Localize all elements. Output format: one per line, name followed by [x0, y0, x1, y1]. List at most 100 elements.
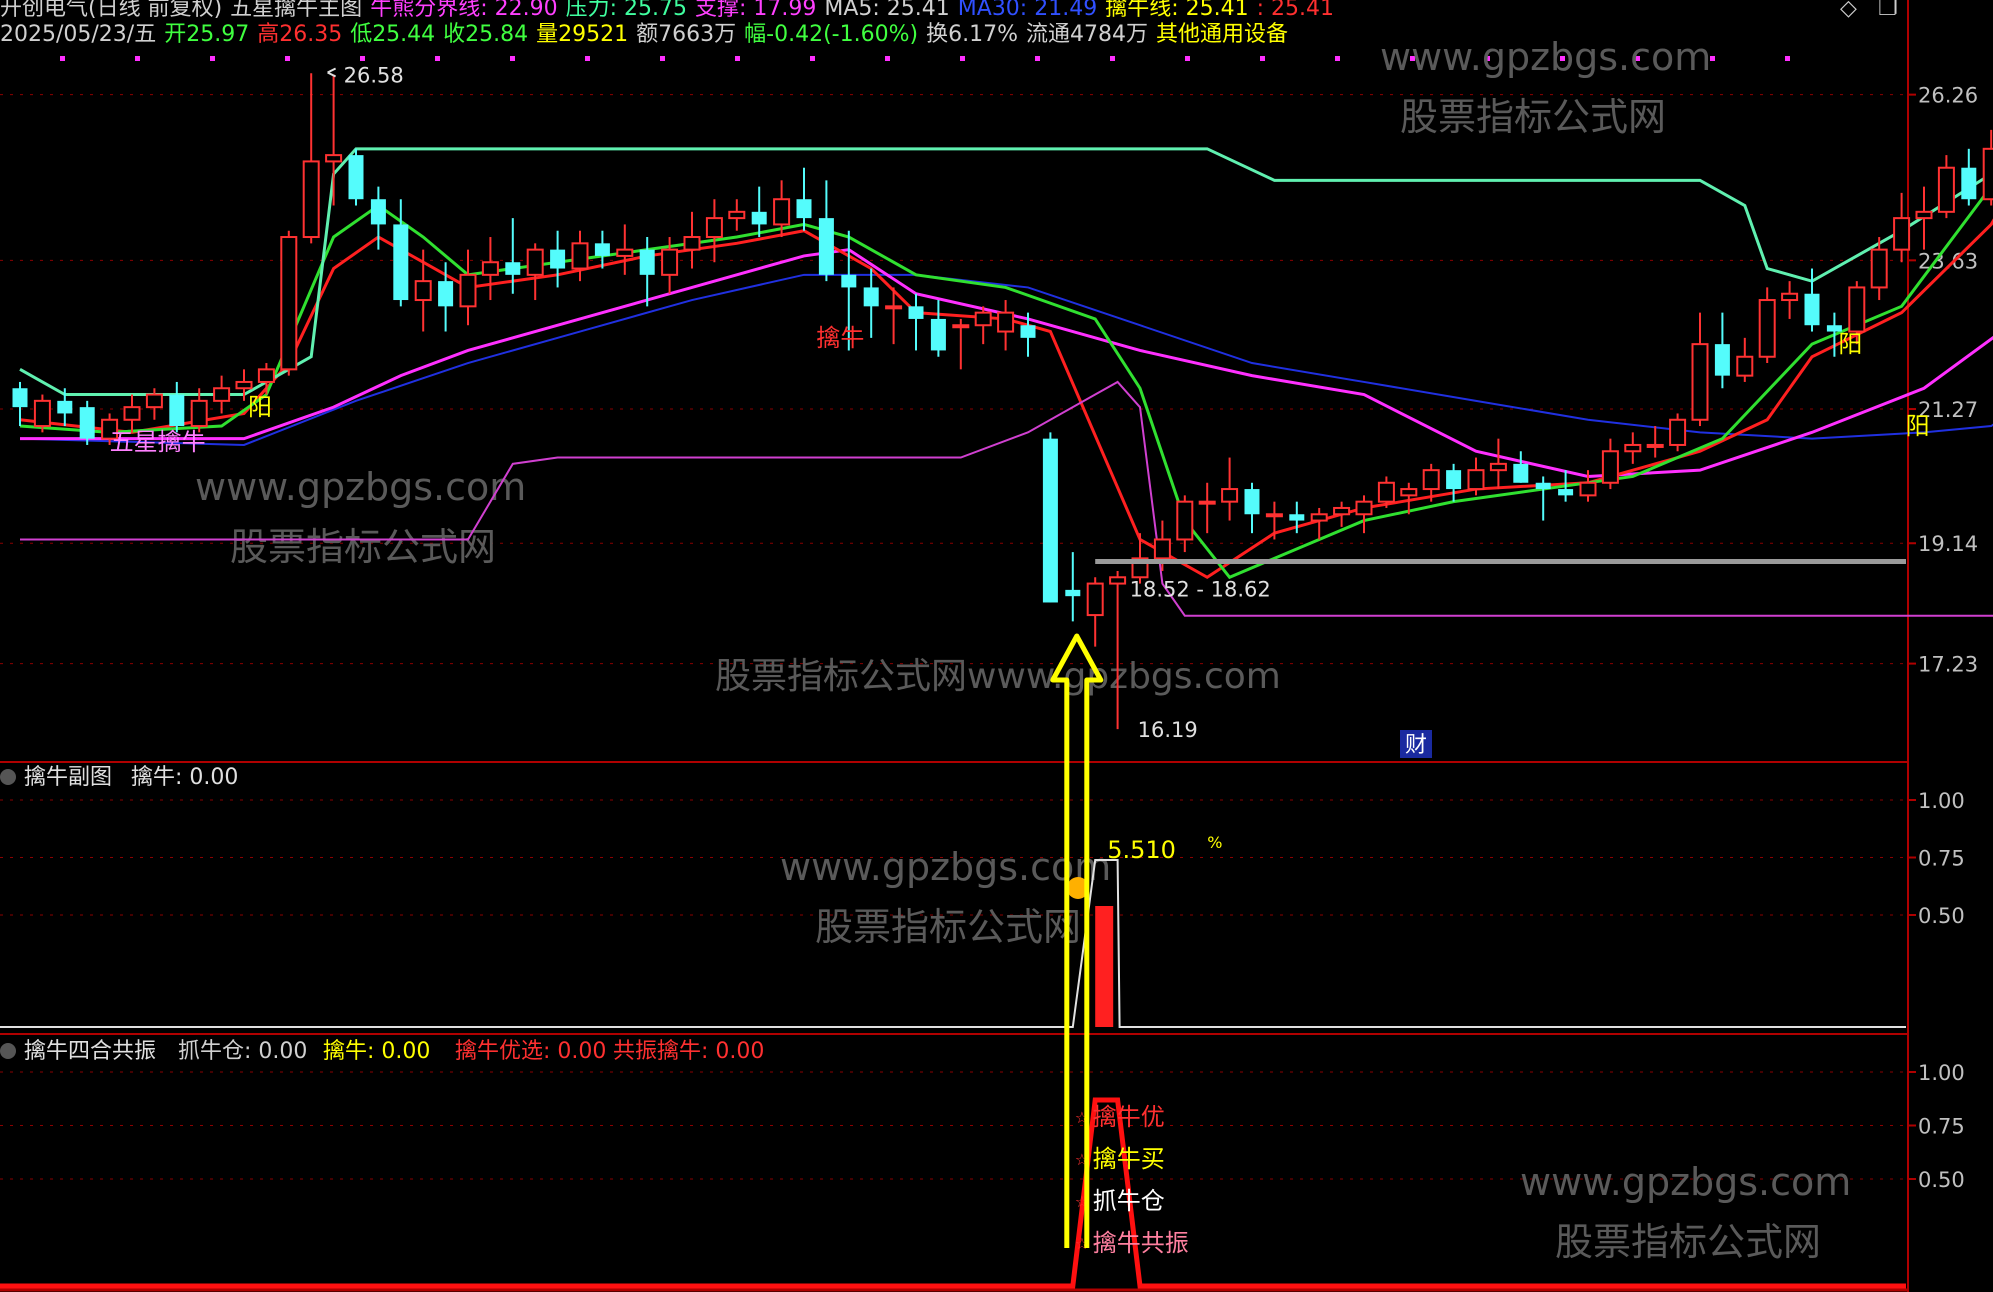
candle-body	[751, 211, 767, 225]
candle-body	[974, 311, 992, 327]
candle-body	[1310, 513, 1328, 522]
y-tick-label: 17.23	[1918, 653, 1978, 677]
y-tick-label: 0.75	[1918, 1115, 1965, 1139]
sub1-bar	[1095, 906, 1114, 1027]
candle-body	[1086, 582, 1104, 617]
candle-body	[1937, 166, 1955, 213]
candle-body	[1961, 167, 1977, 200]
candle-body	[997, 311, 1015, 333]
candle-body	[683, 236, 701, 251]
candle-body	[348, 155, 364, 200]
candle-body	[1781, 292, 1799, 302]
candle-body	[1982, 147, 1993, 201]
candle-body	[1870, 248, 1888, 289]
candle-body	[79, 407, 95, 439]
candle-body	[302, 160, 320, 239]
candle-body	[639, 249, 655, 275]
marker-dot	[510, 56, 515, 61]
sub2-signal-label: 抓牛仓	[1093, 1187, 1165, 1215]
watermark-text: www.gpzbgs.com	[1380, 35, 1711, 79]
candle-body	[571, 242, 589, 270]
range-label: 18.52 - 18.62	[1130, 578, 1271, 602]
candle-body	[235, 380, 253, 390]
candle-body	[1489, 462, 1507, 472]
candle-body	[1244, 489, 1260, 515]
candle-body	[1153, 538, 1171, 560]
candle-body	[1893, 217, 1911, 251]
candle-body	[1714, 344, 1730, 376]
y-tick-label: 0.75	[1918, 847, 1965, 871]
cai-label: 财	[1405, 733, 1427, 758]
candle-body	[1513, 463, 1529, 483]
candle-body	[1333, 506, 1351, 516]
candle-body	[526, 248, 544, 276]
candle-body	[1624, 443, 1642, 453]
candle-body	[863, 287, 879, 307]
candle-body	[930, 318, 946, 351]
sub1-pct-sign: %	[1207, 833, 1222, 852]
candle-body	[885, 305, 903, 310]
watermark-text: 股票指标公式网	[815, 905, 1081, 949]
marker-dot	[285, 56, 290, 61]
candle-body	[908, 306, 924, 319]
candle-body	[257, 368, 275, 383]
collapse-icon	[0, 1043, 16, 1059]
candle-body	[841, 274, 857, 288]
candle-body	[169, 394, 185, 427]
marker-dot	[1260, 56, 1265, 61]
candle-body	[145, 393, 163, 409]
candle-body	[1467, 469, 1485, 491]
y-tick-label: 0.50	[1918, 904, 1965, 928]
candle-body	[1355, 500, 1373, 516]
candle-body	[1198, 500, 1216, 505]
candle-body	[773, 198, 791, 226]
candle-body	[1669, 418, 1687, 446]
candle-body	[1736, 355, 1754, 377]
candle-body	[661, 248, 679, 276]
candle-body	[1691, 343, 1709, 421]
candle-body	[728, 210, 746, 220]
watermark-text: 股票指标公式网www.gpzbgs.com	[715, 656, 1281, 697]
marker-dot	[435, 56, 440, 61]
candle-body	[616, 248, 634, 257]
candle-body	[325, 154, 343, 163]
yang-label: 阳	[248, 393, 272, 421]
marker-dot	[960, 56, 965, 61]
high-arrow-icon	[327, 67, 337, 78]
candle-body	[12, 388, 28, 408]
candle-body	[190, 399, 208, 428]
candle-body	[818, 218, 834, 275]
y-tick-label: 23.63	[1918, 249, 1978, 273]
candle-body	[1400, 488, 1418, 497]
candle-body	[1265, 513, 1283, 518]
low-price-label: 16.19	[1138, 718, 1198, 742]
candle-body	[1804, 293, 1820, 326]
candle-body	[1109, 576, 1127, 585]
candle-body	[1646, 443, 1664, 448]
y-tick-label: 26.26	[1918, 84, 1978, 108]
candle-body	[1558, 489, 1574, 496]
candle-body	[550, 249, 566, 269]
qinniu-label: 擒牛	[816, 324, 864, 352]
candle-body	[481, 261, 499, 276]
y-tick-label: 0.50	[1918, 1168, 1965, 1192]
marker-dot	[1185, 56, 1190, 61]
candle-body	[1446, 470, 1462, 490]
watermark-text: www.gpzbgs.com	[1520, 1160, 1851, 1204]
sub2-value: 共振擒牛: 0.00	[613, 1039, 764, 1064]
sub1-pct-label: 5.510	[1107, 836, 1176, 864]
y-tick-label: 1.00	[1918, 1061, 1965, 1085]
high-price-label: 26.58	[344, 63, 404, 87]
candle-body	[1176, 500, 1194, 541]
chart-canvas: 26.2623.6321.2719.1417.231.000.750.501.0…	[0, 0, 1993, 1292]
candle-body	[1422, 469, 1440, 491]
candle-body	[1065, 589, 1081, 597]
candle-body	[1579, 481, 1597, 497]
y-tick-label: 19.14	[1918, 532, 1978, 556]
sub2-signal-label: 擒牛共振	[1093, 1229, 1189, 1257]
candle-body	[370, 199, 386, 225]
candle-body	[438, 281, 454, 307]
candle-body	[952, 324, 970, 329]
marker-dot	[1110, 56, 1115, 61]
sub2-value: 擒牛优选: 0.00	[455, 1039, 606, 1064]
